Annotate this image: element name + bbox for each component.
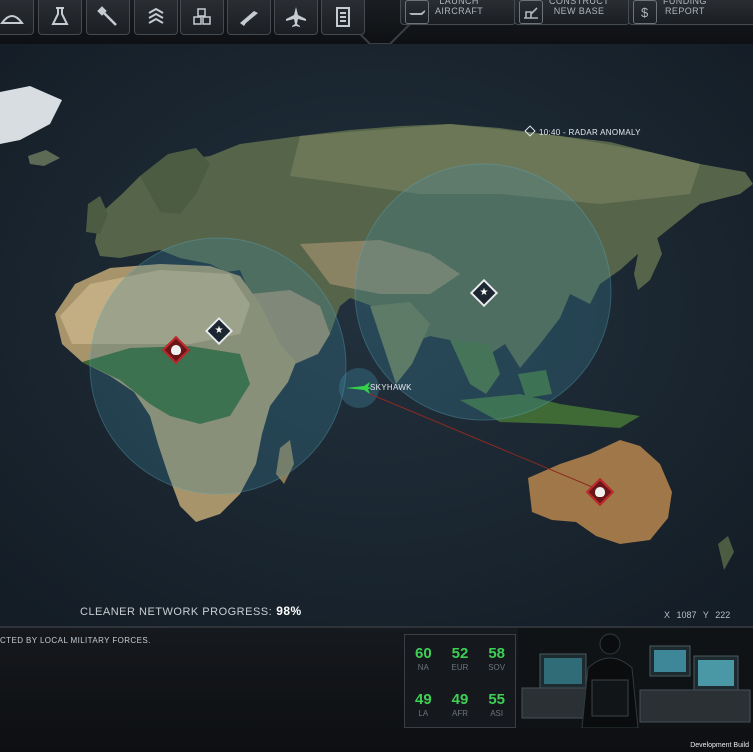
region-name: SOV bbox=[488, 662, 506, 672]
coord-x: X 1087 bbox=[664, 610, 697, 620]
hangar-fleet-button[interactable] bbox=[274, 0, 318, 35]
panic-region-asi: 55 ASI bbox=[478, 681, 515, 727]
star-icon: ★ bbox=[214, 325, 224, 336]
radar-anomaly-marker[interactable]: 10:40 - RADAR ANOMALY bbox=[524, 125, 641, 137]
panic-value: 52 bbox=[451, 644, 469, 662]
aircraft-skyhawk[interactable] bbox=[346, 380, 372, 400]
engineering-button[interactable] bbox=[86, 0, 130, 35]
panic-levels-panel: 60 NA 52 EUR 58 SOV 49 LA 49 AFR 55 ASI bbox=[404, 634, 516, 728]
panic-value: 58 bbox=[488, 644, 505, 662]
construct-base-label: CONSTRUCT NEW BASE bbox=[549, 0, 610, 16]
region-name: AFR bbox=[451, 708, 468, 718]
progress-label: CLEANER NETWORK PROGRESS: bbox=[80, 606, 273, 618]
geoscape-map[interactable]: 10:40 - RADAR ANOMALY ★ ★ SKYHAWK CLEANE… bbox=[0, 44, 753, 626]
soldier-rank-icon bbox=[148, 7, 164, 24]
region-name: NA bbox=[417, 662, 429, 672]
research-icon bbox=[51, 7, 69, 25]
region-name: EUR bbox=[451, 662, 469, 672]
region-name: ASI bbox=[490, 708, 504, 718]
panic-region-sov: 58 SOV bbox=[478, 635, 515, 681]
panic-value: 49 bbox=[451, 690, 469, 708]
progress-value: 98% bbox=[276, 604, 302, 618]
construct-base-button[interactable]: CONSTRUCT NEW BASE bbox=[514, 0, 630, 25]
hangar-icon bbox=[0, 15, 24, 24]
fighter-jet-icon bbox=[286, 7, 306, 27]
barracks-button[interactable] bbox=[134, 0, 178, 35]
panic-value: 55 bbox=[488, 690, 505, 708]
construct-icon bbox=[519, 0, 543, 24]
research-button[interactable] bbox=[38, 0, 82, 35]
cleaner-network-progress: CLEANER NETWORK PROGRESS: 98% bbox=[80, 604, 302, 618]
alien-skull-icon bbox=[171, 345, 181, 355]
aircraft-icon bbox=[346, 382, 372, 394]
archives-icon bbox=[336, 7, 350, 27]
top-toolbar: LAUNCH AIRCRAFT CONSTRUCT NEW BASE $ FUN… bbox=[0, 0, 753, 45]
operator-console-illustration bbox=[518, 628, 753, 728]
panic-region-afr: 49 AFR bbox=[442, 681, 479, 727]
region-name: LA bbox=[418, 708, 429, 718]
panic-region-eur: 52 EUR bbox=[442, 635, 479, 681]
event-log: CTED BY LOCAL MILITARY FORCES. bbox=[0, 636, 151, 645]
funding-icon: $ bbox=[633, 0, 657, 24]
stores-icon bbox=[193, 8, 211, 25]
radar-anomaly-label: 10:40 - RADAR ANOMALY bbox=[539, 128, 641, 137]
svg-text:$: $ bbox=[641, 5, 649, 20]
rifle-icon bbox=[240, 11, 258, 26]
archives-button[interactable] bbox=[321, 0, 365, 35]
radar-coverage-africa bbox=[89, 237, 347, 495]
launch-aircraft-button[interactable]: LAUNCH AIRCRAFT bbox=[400, 0, 516, 25]
coord-y: Y 222 bbox=[702, 610, 731, 620]
panic-value: 60 bbox=[414, 644, 432, 662]
panic-value: 49 bbox=[414, 690, 432, 708]
aircraft-icon bbox=[405, 0, 429, 24]
funding-report-label: FUNDING REPORT bbox=[663, 0, 707, 16]
stores-button[interactable] bbox=[180, 0, 224, 35]
panic-region-la: 49 LA bbox=[405, 681, 442, 727]
engineering-icon bbox=[97, 6, 117, 26]
armory-button[interactable] bbox=[227, 0, 271, 35]
radar-diamond-icon bbox=[524, 125, 536, 137]
aircraft-label: SKYHAWK bbox=[370, 383, 412, 392]
launch-aircraft-label: LAUNCH AIRCRAFT bbox=[435, 0, 484, 16]
alien-skull-icon bbox=[595, 487, 605, 497]
star-icon: ★ bbox=[479, 287, 489, 298]
cursor-coordinates: X 1087 Y 222 bbox=[664, 610, 730, 620]
panic-region-na: 60 NA bbox=[405, 635, 442, 681]
funding-report-button[interactable]: $ FUNDING REPORT bbox=[628, 0, 753, 25]
hangar-button[interactable] bbox=[0, 0, 34, 35]
development-build-label: Development Build bbox=[690, 742, 749, 749]
bottom-panel: CTED BY LOCAL MILITARY FORCES. 60 NA 52 … bbox=[0, 626, 753, 752]
